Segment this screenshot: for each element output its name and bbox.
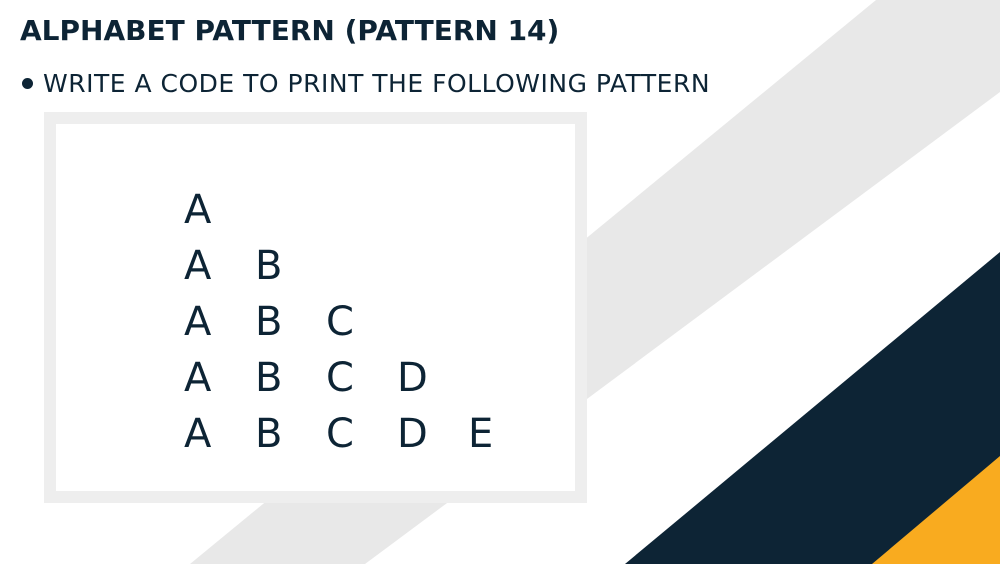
pattern-row: A [184, 182, 539, 238]
pattern-row: ABCD [184, 350, 539, 406]
slide-title: ALPHABET PATTERN (PATTERN 14) [20, 14, 560, 47]
pattern-letter: A [184, 187, 212, 233]
bullet-dot-icon [22, 77, 33, 89]
pattern-box: AABABCABCDABCDE [44, 112, 587, 503]
pattern-row: ABC [184, 294, 539, 350]
pattern-letter: A [184, 355, 212, 401]
pattern-letter: A [184, 243, 212, 289]
pattern-letter: D [397, 411, 428, 457]
alphabet-pattern: AABABCABCDABCDE [184, 182, 539, 462]
pattern-letter: B [255, 243, 283, 289]
pattern-row: AB [184, 238, 539, 294]
pattern-letter: D [397, 355, 428, 401]
pattern-letter: A [184, 299, 212, 345]
pattern-letter: B [255, 299, 283, 345]
pattern-letter: E [468, 411, 494, 457]
pattern-letter: A [184, 411, 212, 457]
pattern-letter: C [326, 355, 354, 401]
pattern-letter: B [255, 411, 283, 457]
pattern-row: ABCDE [184, 406, 539, 462]
bullet-text: WRITE A CODE TO PRINT THE FOLLOWING PATT… [43, 68, 711, 98]
pattern-letter: C [326, 299, 354, 345]
pattern-letter: C [326, 411, 354, 457]
pattern-letter: B [255, 355, 283, 401]
bullet-item: WRITE A CODE TO PRINT THE FOLLOWING PATT… [22, 66, 710, 100]
